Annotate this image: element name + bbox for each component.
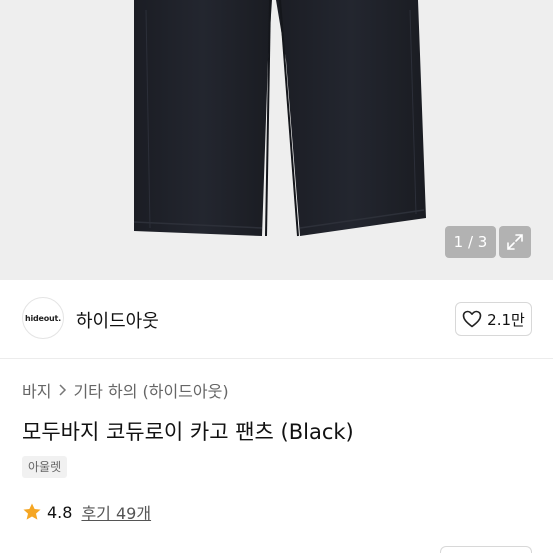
chevron-right-icon xyxy=(59,384,67,396)
product-image-gallery[interactable]: 1 / 3 xyxy=(0,0,553,280)
product-title: 모두바지 코듀로이 카고 팬츠 (Black) xyxy=(22,420,354,444)
brand-logo-text: hideout. xyxy=(24,313,62,323)
breadcrumb-subcategory[interactable]: 기타 하의 (하이드아웃) xyxy=(73,378,228,402)
brand-row: hideout. 하이드아웃 2.1만 xyxy=(0,280,553,358)
rating-score: 4.8 xyxy=(47,502,73,522)
option-box-partial[interactable] xyxy=(440,546,532,553)
rating-row: 4.8 후기 49개 xyxy=(22,500,151,524)
image-counter: 1 / 3 xyxy=(445,226,496,258)
breadcrumb: 바지 기타 하의 (하이드아웃) xyxy=(22,378,229,402)
heart-icon xyxy=(462,310,482,328)
like-button[interactable]: 2.1만 xyxy=(455,302,532,336)
like-count: 2.1만 xyxy=(487,310,525,329)
expand-icon xyxy=(507,234,523,250)
brand-logo[interactable]: hideout. xyxy=(22,297,64,339)
divider xyxy=(0,358,553,359)
tag-badge: 아울렛 xyxy=(22,456,68,478)
expand-button[interactable] xyxy=(499,226,531,258)
breadcrumb-category[interactable]: 바지 xyxy=(22,378,51,402)
brand-name[interactable]: 하이드아웃 xyxy=(76,307,159,333)
reviews-link[interactable]: 후기 49개 xyxy=(81,500,151,524)
star-icon xyxy=(23,503,41,520)
